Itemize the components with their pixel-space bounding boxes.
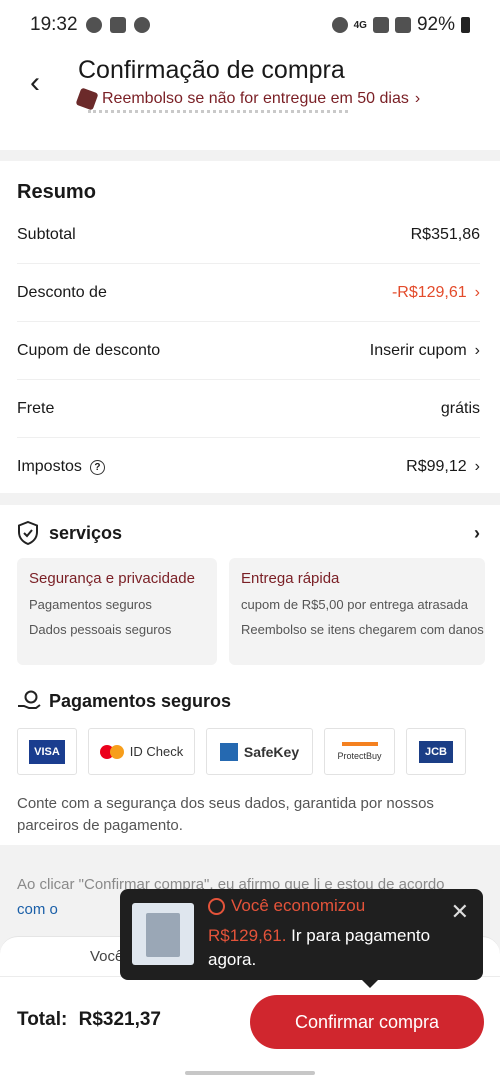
subtotal-value: R$351,86 [410, 225, 480, 243]
coupon-row[interactable]: Cupom de desconto Inserir cupom › [17, 322, 480, 380]
wifi-icon [133, 17, 150, 33]
subtotal-row: Subtotal R$351,86 [17, 206, 480, 264]
network-label: 4G [353, 19, 367, 31]
services-header[interactable]: serviços › [17, 521, 480, 545]
page-title: Confirmação de compra [78, 56, 345, 84]
discount-label: Desconto de [17, 283, 107, 301]
savings-toast[interactable]: Você economizou R$129,61. Ir para pagame… [120, 889, 483, 988]
taxes-row[interactable]: Impostos ? R$99,12 › [17, 438, 480, 496]
home-indicator [0, 1063, 500, 1083]
truncated-content [88, 110, 348, 118]
shield-check-icon [18, 521, 38, 545]
home-pill[interactable] [185, 1071, 315, 1075]
shipping-value: grátis [440, 399, 480, 417]
battery-percent: 92% [416, 14, 455, 35]
summary-card: Resumo Subtotal R$351,86 Desconto de -R$… [0, 161, 500, 493]
services-card: serviços › Segurança e privacidade Pagam… [0, 505, 500, 845]
confirm-purchase-button[interactable]: Confirmar compra [250, 995, 484, 1049]
toast-amount: R$129,61. [208, 926, 287, 945]
page-header: ‹ Confirmação de compra Reembolso se não… [0, 50, 500, 150]
secure-payments-heading: Pagamentos seguros [49, 690, 232, 711]
refund-text: Reembolso se não for entregue em 50 dias [102, 90, 409, 107]
chevron-right-icon: › [474, 341, 480, 359]
delivery-title: Entrega rápida [241, 570, 340, 587]
product-thumbnail [132, 903, 194, 965]
security-privacy-box[interactable]: Segurança e privacidade Pagamentos segur… [17, 558, 217, 665]
services-heading: serviços [49, 522, 123, 543]
subtotal-label: Subtotal [17, 225, 76, 243]
terms-link[interactable]: com o [17, 901, 58, 918]
clock-icon [208, 897, 225, 915]
delivery-line-1: cupom de R$5,00 por entrega atrasada [241, 597, 468, 612]
refund-banner[interactable]: Reembolso se não for entregue em 50 dias… [75, 87, 421, 111]
help-icon[interactable]: ? [89, 459, 105, 475]
total-label: Total: [17, 1009, 68, 1030]
protectbuy-text: ProtectBuy [337, 751, 382, 761]
status-time: 19:32 [30, 14, 78, 35]
notification-icon [109, 17, 126, 33]
wifi-calling-icon [331, 17, 348, 33]
security-title: Segurança e privacidade [29, 570, 195, 587]
fast-delivery-box[interactable]: Entrega rápida cupom de R$5,00 por entre… [229, 558, 485, 665]
security-line-1: Pagamentos seguros [29, 597, 152, 612]
payment-security-note: Conte com a segurança dos seus dados, ga… [17, 795, 434, 834]
toast-heading-text: Você economizou [231, 896, 366, 915]
discount-value: -R$129,61 [391, 283, 467, 301]
safekey-text: SafeKey [243, 743, 300, 760]
total-value: R$321,37 [78, 1009, 161, 1030]
summary-heading: Resumo [17, 181, 96, 203]
total-display: Total: R$321,37 [17, 1009, 161, 1031]
shipping-label: Frete [17, 399, 55, 417]
status-bar: 19:32 4G 92% [0, 0, 500, 50]
mastercard-idcheck-logo: ID Check [88, 728, 195, 775]
payment-logos: VISA ID Check SafeKey ProtectBuy JCB [17, 728, 466, 775]
discount-row[interactable]: Desconto de -R$129,61 › [17, 264, 480, 322]
amex-safekey-logo: SafeKey [206, 728, 313, 775]
checkout-bar: Total: R$321,37 Confirmar compra [0, 976, 500, 1063]
taxes-value: R$99,12 [406, 458, 467, 475]
security-line-2: Dados pessoais seguros [29, 622, 172, 637]
battery-icon [461, 17, 470, 33]
coupon-label: Cupom de desconto [17, 341, 161, 359]
discover-protectbuy-logo: ProtectBuy [324, 728, 395, 775]
whatsapp-icon [85, 17, 102, 33]
visa-secure-logo: VISA [17, 728, 77, 775]
jcb-jsecure-logo: JCB [406, 728, 466, 775]
toast-pointer [362, 980, 378, 988]
idcheck-text: ID Check [129, 744, 184, 759]
shipping-row: Frete grátis [17, 380, 480, 438]
signal-icon [372, 17, 389, 33]
jcb-text: JCB [418, 740, 453, 763]
delivery-line-2: Reembolso se itens chegarem com danos [241, 622, 484, 637]
chevron-right-icon: › [474, 458, 480, 475]
signal-icon-2 [394, 17, 411, 33]
chevron-right-icon: › [474, 522, 480, 543]
coupon-value: Inserir cupom [369, 341, 467, 359]
package-icon [75, 87, 99, 111]
toast-heading: Você economizou [208, 896, 365, 916]
taxes-label: Impostos [17, 458, 82, 475]
secure-payments-header: Pagamentos seguros [17, 690, 231, 712]
toast-body: R$129,61. Ir para pagamento agora. [208, 924, 448, 972]
visa-text: VISA [29, 739, 65, 764]
chevron-right-icon: › [414, 90, 421, 107]
hand-coin-icon [18, 690, 41, 709]
back-arrow-icon[interactable]: ‹ [30, 66, 40, 100]
close-icon[interactable]: ✕ [451, 899, 469, 925]
chevron-right-icon: › [474, 283, 480, 301]
